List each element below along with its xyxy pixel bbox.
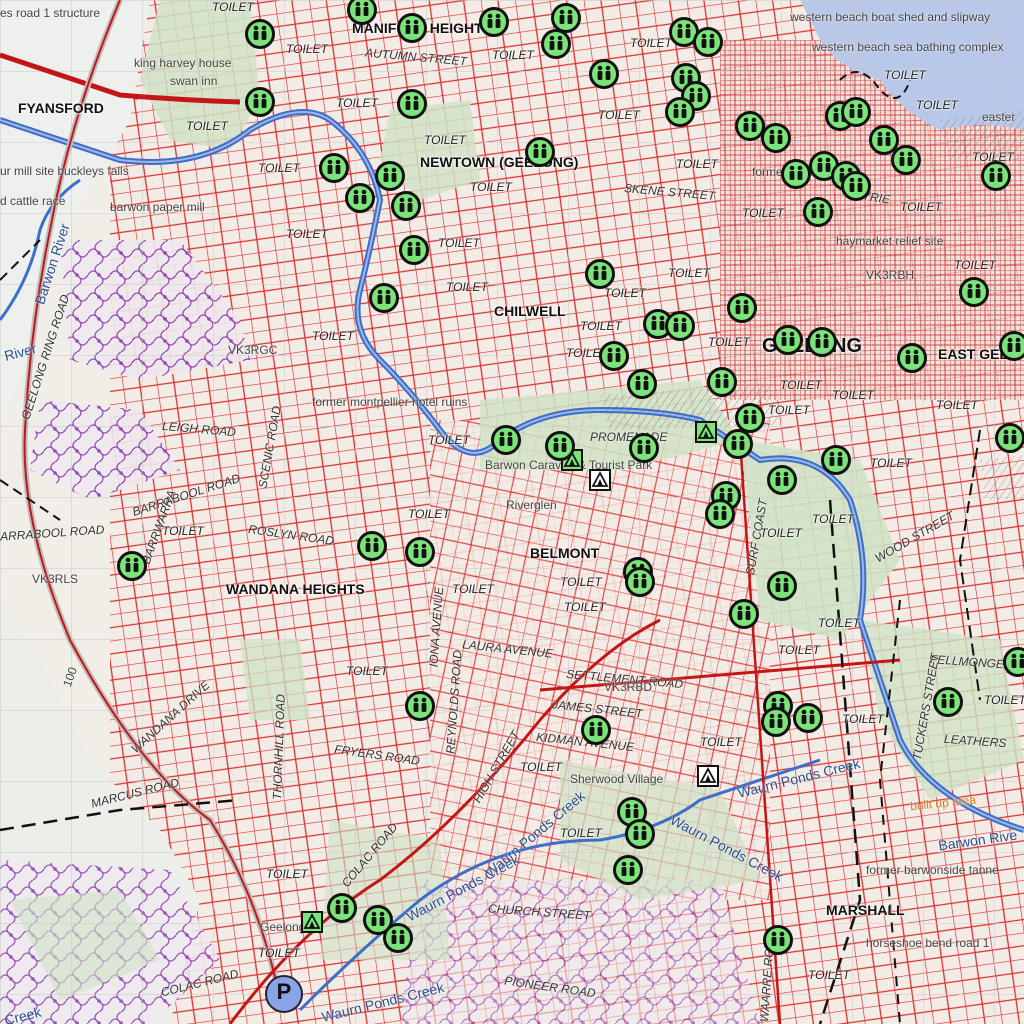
toilet-icon[interactable] [245,19,275,49]
toilet-icon[interactable] [397,89,427,119]
toilet-icon[interactable] [995,423,1024,453]
toilet-icon[interactable] [723,429,753,459]
toilet-icon[interactable] [613,855,643,885]
toilet-icon[interactable] [357,531,387,561]
toilet-icon[interactable] [729,599,759,629]
toilet-icon[interactable] [761,707,791,737]
toilet-icon[interactable] [707,367,737,397]
toilet-icon[interactable] [589,59,619,89]
toilet-icon[interactable] [793,703,823,733]
toilet-icon[interactable] [705,499,735,529]
toilet-icon[interactable] [375,161,405,191]
toilet-icon[interactable] [933,687,963,717]
toilet-icon[interactable] [545,431,575,461]
toilet-icon[interactable] [405,537,435,567]
toilet-icon[interactable] [981,161,1011,191]
map-base-layer [0,0,1024,1024]
toilet-icon[interactable] [345,183,375,213]
toilet-icon[interactable] [383,923,413,953]
toilet-icon[interactable] [767,465,797,495]
toilet-icon[interactable] [767,571,797,601]
campground-icon[interactable] [589,469,611,491]
toilet-icon[interactable] [541,29,571,59]
toilet-icon[interactable] [369,283,399,313]
toilet-icon[interactable] [665,97,695,127]
toilet-icon[interactable] [727,293,757,323]
toilet-icon[interactable] [479,7,509,37]
toilet-icon[interactable] [735,403,765,433]
toilet-icon[interactable] [781,159,811,189]
toilet-icon[interactable] [821,445,851,475]
toilet-icon[interactable] [117,551,147,581]
toilet-icon[interactable] [807,327,837,357]
toilet-icon[interactable] [803,197,833,227]
toilet-icon[interactable] [391,191,421,221]
toilet-icon[interactable] [841,171,871,201]
toilet-icon[interactable] [405,691,435,721]
toilet-icon[interactable] [773,325,803,355]
parking-icon[interactable]: P [265,975,303,1013]
toilet-icon[interactable] [693,27,723,57]
toilet-icon[interactable] [585,259,615,289]
toilet-icon[interactable] [891,145,921,175]
toilet-icon[interactable] [959,277,989,307]
toilet-icon[interactable] [627,369,657,399]
toilet-icon[interactable] [625,819,655,849]
toilet-icon[interactable] [999,331,1024,361]
toilet-icon[interactable] [1003,647,1024,677]
toilet-icon[interactable] [629,433,659,463]
toilet-icon[interactable] [625,567,655,597]
toilet-icon[interactable] [763,925,793,955]
toilet-icon[interactable] [665,311,695,341]
toilet-icon[interactable] [327,893,357,923]
toilet-icon[interactable] [897,343,927,373]
toilet-icon[interactable] [761,123,791,153]
toilet-icon[interactable] [599,341,629,371]
tent-icon[interactable] [695,421,717,443]
toilet-icon[interactable] [491,425,521,455]
toilet-icon[interactable] [841,97,871,127]
map-canvas[interactable]: FYANSFORD MANIFOLD HEIGHTS NEWTOWN (GEEL… [0,0,1024,1024]
toilet-icon[interactable] [347,0,377,25]
toilet-icon[interactable] [581,715,611,745]
tent-icon[interactable] [301,911,323,933]
toilet-icon[interactable] [245,87,275,117]
toilet-icon[interactable] [399,235,429,265]
toilet-icon[interactable] [525,137,555,167]
campground-icon[interactable] [697,765,719,787]
toilet-icon[interactable] [397,13,427,43]
toilet-icon[interactable] [319,153,349,183]
